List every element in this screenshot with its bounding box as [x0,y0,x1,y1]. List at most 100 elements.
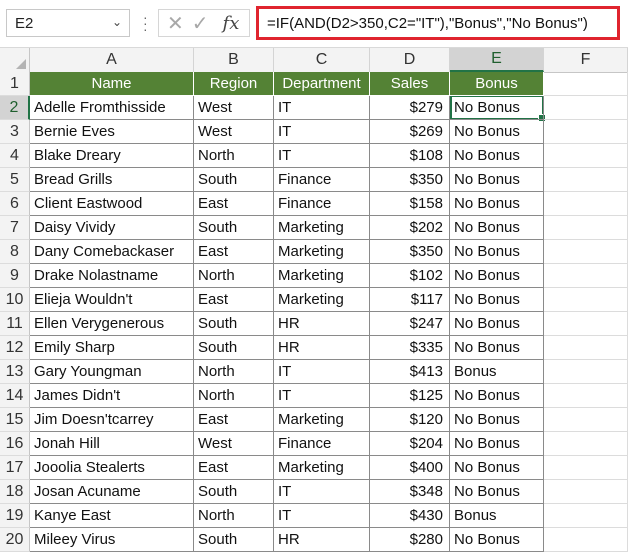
table-cell[interactable]: Dany Comebackaser [30,240,194,264]
table-cell[interactable]: Finance [274,168,370,192]
table-cell[interactable]: $204 [370,432,450,456]
table-cell[interactable]: James Didn't [30,384,194,408]
header-cell[interactable]: Department [274,72,370,96]
empty-cell[interactable] [544,384,628,408]
table-cell[interactable]: $108 [370,144,450,168]
row-header[interactable]: 2 [0,96,30,120]
column-header-f[interactable]: F [544,48,628,72]
table-cell[interactable]: No Bonus [450,408,544,432]
table-cell[interactable]: Gary Youngman [30,360,194,384]
table-cell[interactable]: No Bonus [450,456,544,480]
table-cell[interactable]: Marketing [274,456,370,480]
table-cell[interactable]: No Bonus [450,384,544,408]
table-cell[interactable]: $117 [370,288,450,312]
empty-cell[interactable] [544,264,628,288]
column-header-b[interactable]: B [194,48,274,72]
header-cell[interactable]: Region [194,72,274,96]
empty-cell[interactable] [544,120,628,144]
table-cell[interactable]: IT [274,120,370,144]
empty-cell[interactable] [544,168,628,192]
empty-cell[interactable] [544,480,628,504]
header-cell[interactable]: Bonus [450,72,544,96]
empty-cell[interactable] [544,216,628,240]
table-cell[interactable]: Marketing [274,264,370,288]
table-cell[interactable]: $120 [370,408,450,432]
row-header[interactable]: 16 [0,432,30,456]
table-cell[interactable]: No Bonus [450,96,544,120]
table-cell[interactable]: Bonus [450,504,544,528]
table-cell[interactable]: No Bonus [450,240,544,264]
column-header-a[interactable]: A [30,48,194,72]
header-cell[interactable]: Sales [370,72,450,96]
table-cell[interactable]: Jooolia Stealerts [30,456,194,480]
table-cell[interactable]: $158 [370,192,450,216]
empty-cell[interactable] [544,144,628,168]
table-cell[interactable]: No Bonus [450,120,544,144]
row-header[interactable]: 7 [0,216,30,240]
table-cell[interactable]: West [194,120,274,144]
table-cell[interactable]: No Bonus [450,480,544,504]
row-header[interactable]: 15 [0,408,30,432]
table-cell[interactable]: Emily Sharp [30,336,194,360]
table-cell[interactable]: No Bonus [450,288,544,312]
row-header[interactable]: 18 [0,480,30,504]
table-cell[interactable]: $247 [370,312,450,336]
header-cell[interactable]: Name [30,72,194,96]
row-header[interactable]: 4 [0,144,30,168]
table-cell[interactable]: HR [274,336,370,360]
enter-icon[interactable]: ✓ [192,11,209,36]
table-cell[interactable]: Kanye East [30,504,194,528]
table-cell[interactable]: South [194,312,274,336]
table-cell[interactable]: Drake Nolastname [30,264,194,288]
table-cell[interactable]: North [194,504,274,528]
empty-cell[interactable] [544,96,628,120]
select-all-button[interactable] [0,48,30,72]
empty-cell[interactable] [544,456,628,480]
table-cell[interactable]: No Bonus [450,336,544,360]
table-cell[interactable]: South [194,528,274,552]
table-cell[interactable]: No Bonus [450,216,544,240]
row-header[interactable]: 9 [0,264,30,288]
row-header[interactable]: 12 [0,336,30,360]
table-cell[interactable]: $280 [370,528,450,552]
table-cell[interactable]: HR [274,312,370,336]
table-cell[interactable]: IT [274,504,370,528]
table-cell[interactable]: East [194,456,274,480]
table-cell[interactable]: Bernie Eves [30,120,194,144]
table-cell[interactable]: $413 [370,360,450,384]
empty-cell[interactable] [544,288,628,312]
column-header-d[interactable]: D [370,48,450,72]
row-header[interactable]: 11 [0,312,30,336]
worksheet-grid[interactable]: ABCDEF 1 Name Region Department Sales Bonus 2 A… [0,48,628,553]
table-cell[interactable]: $279 [370,96,450,120]
table-cell[interactable]: No Bonus [450,144,544,168]
row-header[interactable]: 6 [0,192,30,216]
table-cell[interactable]: $430 [370,504,450,528]
table-cell[interactable]: No Bonus [450,168,544,192]
table-cell[interactable]: IT [274,480,370,504]
table-cell[interactable]: No Bonus [450,264,544,288]
empty-cell[interactable] [544,432,628,456]
column-header-e[interactable]: E [450,48,544,72]
row-header[interactable]: 20 [0,528,30,552]
chevron-down-icon[interactable]: ⌄ [112,15,122,29]
table-cell[interactable]: Marketing [274,240,370,264]
table-cell[interactable]: Finance [274,432,370,456]
insert-function-icon[interactable]: fx [223,13,240,34]
table-cell[interactable]: $202 [370,216,450,240]
table-cell[interactable]: North [194,264,274,288]
empty-cell[interactable] [544,72,628,96]
table-cell[interactable]: $350 [370,240,450,264]
table-cell[interactable]: IT [274,144,370,168]
cancel-icon[interactable]: ✕ [167,11,184,36]
table-cell[interactable]: IT [274,96,370,120]
table-cell[interactable]: $350 [370,168,450,192]
table-cell[interactable]: West [194,432,274,456]
table-cell[interactable]: $125 [370,384,450,408]
table-cell[interactable]: $269 [370,120,450,144]
name-box[interactable]: E2 ⌄ [6,9,130,37]
table-cell[interactable]: $400 [370,456,450,480]
row-header[interactable]: 17 [0,456,30,480]
table-cell[interactable]: Finance [274,192,370,216]
table-cell[interactable]: No Bonus [450,528,544,552]
